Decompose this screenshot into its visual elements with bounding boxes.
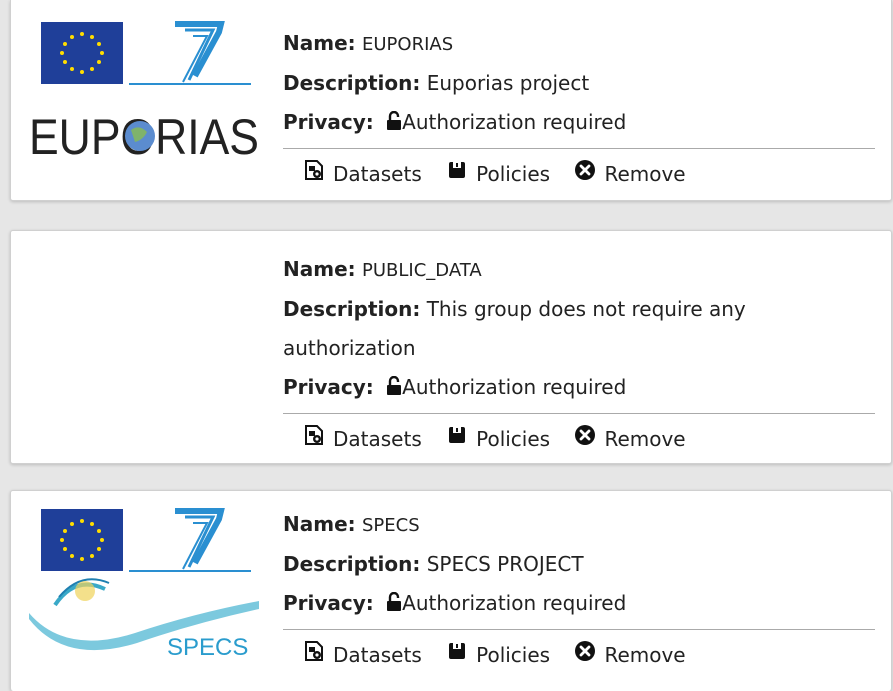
privacy-label: Privacy: [283, 591, 374, 615]
group-card-specs: SPECS Name: SPECS Description: SPECS PRO… [10, 490, 892, 691]
name-label: Name: [283, 257, 356, 281]
name-value: PUBLIC_DATA [362, 260, 482, 281]
policies-button[interactable]: Policies [446, 422, 550, 456]
description-row: Description: SPECS PROJECT [283, 545, 875, 584]
privacy-label: Privacy: [283, 375, 374, 399]
description-row: Description: This group does not require… [283, 290, 875, 368]
policies-label: Policies [476, 643, 551, 667]
remove-icon [574, 157, 604, 191]
remove-label: Remove [604, 643, 686, 667]
description-value: Euporias project [426, 71, 590, 95]
remove-icon [574, 638, 604, 672]
policies-label: Policies [476, 427, 551, 451]
group-actions: Datasets Policies Remove [283, 148, 875, 191]
datasets-button[interactable]: Datasets [303, 422, 422, 456]
datasets-button[interactable]: Datasets [303, 157, 422, 191]
datasets-icon [303, 638, 333, 672]
remove-label: Remove [604, 162, 686, 186]
policies-icon [446, 638, 476, 672]
privacy-row: Privacy: Authorization required [283, 103, 875, 144]
group-card-euporias: EUPORIAS Name: EUPORIAS Description: Eup… [10, 0, 892, 201]
description-label: Description: [283, 552, 421, 576]
policies-button[interactable]: Policies [446, 638, 550, 672]
svg-text:SPECS: SPECS [167, 634, 248, 661]
privacy-value: Authorization required [402, 110, 627, 134]
group-info: Name: EUPORIAS Description: Euporias pro… [283, 24, 875, 191]
policies-label: Policies [476, 162, 551, 186]
privacy-row: Privacy: Authorization required [283, 584, 875, 625]
policies-button[interactable]: Policies [446, 157, 550, 191]
remove-button[interactable]: Remove [574, 422, 686, 456]
privacy-label: Privacy: [283, 110, 374, 134]
datasets-icon [303, 422, 333, 456]
name-row: Name: SPECS [283, 505, 875, 545]
privacy-value: Authorization required [402, 591, 627, 615]
group-info: Name: PUBLIC_DATA Description: This grou… [283, 250, 875, 456]
group-actions: Datasets Policies Remove [283, 413, 875, 456]
description-row: Description: Euporias project [283, 64, 875, 103]
policies-icon [446, 422, 476, 456]
remove-icon [574, 422, 604, 456]
group-actions: Datasets Policies Remove [283, 629, 875, 672]
name-value: SPECS [362, 515, 420, 536]
datasets-label: Datasets [333, 643, 422, 667]
description-label: Description: [283, 297, 421, 321]
description-value: SPECS PROJECT [426, 552, 584, 576]
datasets-button[interactable]: Datasets [303, 638, 422, 672]
lock-icon [386, 105, 402, 144]
group-card-public-data: Name: PUBLIC_DATA Description: This grou… [10, 230, 892, 464]
euporias-logo: EUPORIAS [25, 18, 267, 188]
datasets-icon [303, 157, 333, 191]
remove-label: Remove [604, 427, 686, 451]
privacy-value: Authorization required [402, 375, 627, 399]
name-row: Name: EUPORIAS [283, 24, 875, 64]
name-row: Name: PUBLIC_DATA [283, 250, 875, 290]
lock-icon [386, 370, 402, 409]
name-label: Name: [283, 31, 356, 55]
description-label: Description: [283, 71, 421, 95]
privacy-row: Privacy: Authorization required [283, 368, 875, 409]
remove-button[interactable]: Remove [574, 157, 686, 191]
datasets-label: Datasets [333, 427, 422, 451]
policies-icon [446, 157, 476, 191]
remove-button[interactable]: Remove [574, 638, 686, 672]
name-value: EUPORIAS [362, 34, 454, 55]
name-label: Name: [283, 512, 356, 536]
lock-icon [386, 586, 402, 625]
specs-logo: SPECS [25, 505, 267, 675]
group-info: Name: SPECS Description: SPECS PROJECT P… [283, 505, 875, 672]
datasets-label: Datasets [333, 162, 422, 186]
